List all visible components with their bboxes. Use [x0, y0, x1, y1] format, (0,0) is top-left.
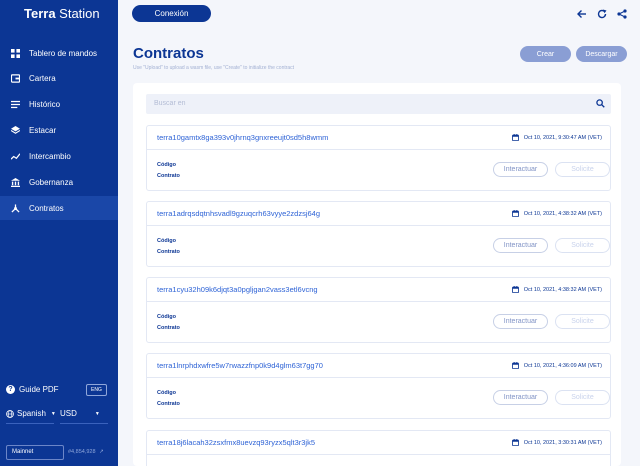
page-title: Contratos — [133, 45, 204, 62]
back-icon[interactable] — [576, 8, 587, 19]
code-label: Código — [157, 314, 176, 320]
contract-card-header: terra1cyu32h09k6djqt3a0pgljgan2vass3etl6… — [147, 278, 610, 302]
contract-card: terra18j6lacah32zsxfmx8uevzq93ryzx5qlt3r… — [146, 430, 611, 466]
contract-label: Contrato — [157, 249, 180, 255]
query-button[interactable]: Solicite — [555, 162, 610, 177]
contract-date: Oct 10, 2021, 4:38:32 AM (VET) — [511, 286, 602, 293]
governance-icon — [10, 177, 20, 187]
calendar-icon — [511, 134, 519, 141]
language-value: Spanish — [17, 409, 46, 418]
sidebar-item-label: Cartera — [29, 73, 56, 83]
interact-button[interactable]: Interactuar — [493, 314, 548, 329]
query-button[interactable]: Solicite — [555, 314, 610, 329]
sidebar-item-contracts[interactable]: Contratos — [0, 196, 118, 220]
contract-card: terra1cyu32h09k6djqt3a0pgljgan2vass3etl6… — [146, 277, 611, 343]
contract-date: Oct 10, 2021, 4:38:32 AM (VET) — [511, 210, 602, 217]
interact-button[interactable]: Interactuar — [493, 390, 548, 405]
sidebar-item-wallet[interactable]: Cartera — [0, 66, 118, 90]
contracts-icon — [10, 203, 20, 213]
contract-date-text: Oct 10, 2021, 4:38:32 AM (VET) — [523, 286, 602, 293]
interact-button[interactable]: Interactuar — [493, 238, 548, 253]
contract-card-header: terra18j6lacah32zsxfmx8uevzq93ryzx5qlt3r… — [147, 431, 610, 455]
guide-pdf-label: Guide PDF — [19, 385, 59, 394]
contract-card-header: terra1adrqsdqtnhsvadl9gzuqcrh63vyye2zdzs… — [147, 202, 610, 226]
currency-select[interactable]: USD ▼ — [60, 409, 100, 418]
language-underline — [6, 423, 54, 424]
contract-address-link[interactable]: terra1lnrphdxwfre5w7rwazzfnp0k9d4glm63t7… — [157, 361, 323, 370]
contract-address-link[interactable]: terra18j6lacah32zsxfmx8uevzq93ryzx5qlt3r… — [157, 438, 315, 447]
language-badge[interactable]: ENG — [86, 384, 107, 396]
search-input[interactable]: Buscar en — [146, 94, 611, 114]
contract-label: Contrato — [157, 401, 180, 407]
connect-button[interactable]: Conexión — [132, 5, 211, 22]
swap-icon — [10, 151, 20, 161]
help-icon: ? — [6, 385, 15, 394]
sidebar-item-governance[interactable]: Gobernanza — [0, 170, 118, 194]
contract-date: Oct 10, 2021, 3:30:31 AM (VET) — [511, 439, 602, 446]
dashboard-icon — [10, 48, 20, 58]
sidebar: Terra Station Tablero de mandos Cartera … — [0, 0, 118, 466]
contract-address-link[interactable]: terra10gamtx8ga393v0jhrnq3gnxreeujt0sd5h… — [157, 133, 328, 142]
sidebar-item-dashboard[interactable]: Tablero de mandos — [0, 41, 118, 65]
currency-underline — [60, 423, 108, 424]
calendar-icon — [511, 362, 519, 369]
page-description: Use "Upload" to upload a wasm file, use … — [133, 65, 295, 71]
wallet-icon — [10, 73, 20, 83]
create-button[interactable]: Crear — [520, 46, 571, 62]
terra-station-logo[interactable]: Terra Station — [24, 6, 100, 21]
refresh-icon[interactable] — [596, 8, 607, 19]
block-height-link[interactable]: #4,854,928 ↗ — [68, 449, 104, 455]
download-button[interactable]: Descargar — [576, 46, 627, 62]
external-link-icon: ↗ — [99, 449, 104, 455]
contract-card: terra1adrqsdqtnhsvadl9gzuqcrh63vyye2zdzs… — [146, 201, 611, 267]
block-height: #4,854,928 — [68, 449, 96, 455]
currency-value: USD — [60, 409, 77, 418]
sidebar-item-history[interactable]: Histórico — [0, 92, 118, 116]
code-label: Código — [157, 390, 176, 396]
sidebar-item-label: Tablero de mandos — [29, 48, 98, 58]
contract-date-text: Oct 10, 2021, 9:30:47 AM (VET) — [523, 134, 602, 141]
code-label: Código — [157, 238, 176, 244]
search-icon[interactable] — [596, 99, 605, 108]
sidebar-item-label: Contratos — [29, 203, 64, 213]
calendar-icon — [511, 210, 519, 217]
contract-date-text: Oct 10, 2021, 4:36:09 AM (VET) — [523, 362, 602, 369]
sidebar-item-stake[interactable]: Estacar — [0, 118, 118, 142]
sidebar-item-label: Intercambio — [29, 151, 71, 161]
sidebar-item-swap[interactable]: Intercambio — [0, 144, 118, 168]
contract-card-header: terra10gamtx8ga393v0jhrnq3gnxreeujt0sd5h… — [147, 126, 610, 150]
sidebar-item-label: Estacar — [29, 125, 57, 135]
calendar-icon — [511, 439, 519, 446]
history-icon — [10, 99, 20, 109]
contract-label: Contrato — [157, 325, 180, 331]
stake-icon — [10, 125, 20, 135]
sidebar-item-label: Gobernanza — [29, 177, 74, 187]
sidebar-item-label: Histórico — [29, 99, 61, 109]
chevron-down-icon: ▼ — [94, 410, 100, 417]
interact-button[interactable]: Interactuar — [493, 162, 548, 177]
share-icon[interactable] — [616, 8, 627, 19]
contract-date: Oct 10, 2021, 9:30:47 AM (VET) — [511, 134, 602, 141]
contract-card: terra1lnrphdxwfre5w7rwazzfnp0k9d4glm63t7… — [146, 353, 611, 419]
code-label: Código — [157, 162, 176, 168]
contract-address-link[interactable]: terra1cyu32h09k6djqt3a0pgljgan2vass3etl6… — [157, 285, 318, 294]
search-placeholder: Buscar en — [154, 100, 186, 107]
contract-date-text: Oct 10, 2021, 3:30:31 AM (VET) — [523, 439, 602, 446]
chevron-down-icon: ▼ — [50, 410, 56, 417]
contract-label: Contrato — [157, 173, 180, 179]
contract-card: terra10gamtx8ga393v0jhrnq3gnxreeujt0sd5h… — [146, 125, 611, 191]
network-select[interactable]: Mainnet — [6, 445, 64, 460]
globe-icon — [6, 409, 14, 418]
query-button[interactable]: Solicite — [555, 238, 610, 253]
query-button[interactable]: Solicite — [555, 390, 610, 405]
contract-address-link[interactable]: terra1adrqsdqtnhsvadl9gzuqcrh63vyye2zdzs… — [157, 209, 320, 218]
contract-date-text: Oct 10, 2021, 4:38:32 AM (VET) — [523, 210, 602, 217]
contract-card-header: terra1lnrphdxwfre5w7rwazzfnp0k9d4glm63t7… — [147, 354, 610, 378]
guide-pdf-link[interactable]: ? Guide PDF — [6, 385, 59, 394]
language-select[interactable]: Spanish ▼ — [6, 409, 56, 418]
contract-date: Oct 10, 2021, 4:36:09 AM (VET) — [511, 362, 602, 369]
calendar-icon — [511, 286, 519, 293]
